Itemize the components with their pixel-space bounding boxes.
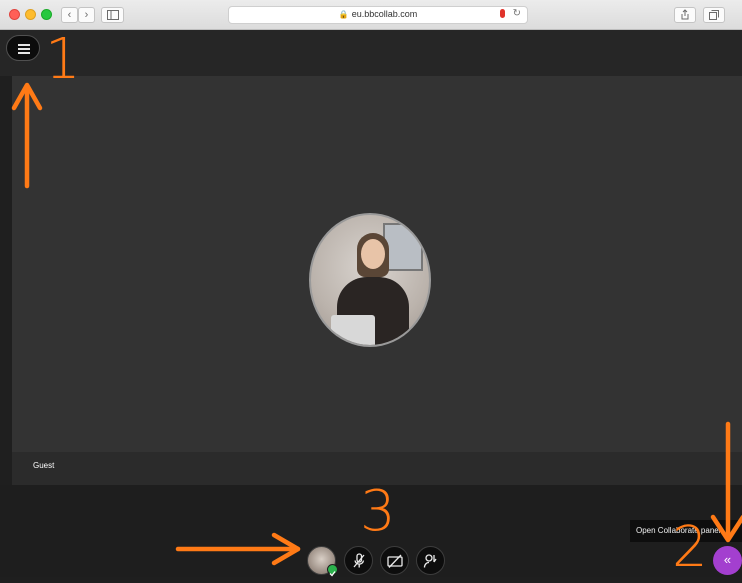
annotation-arrow-up xyxy=(11,82,43,189)
annotation-arrows xyxy=(11,82,742,566)
annotation-arrow-right xyxy=(175,532,301,566)
annotation-arrow-down xyxy=(710,421,742,543)
